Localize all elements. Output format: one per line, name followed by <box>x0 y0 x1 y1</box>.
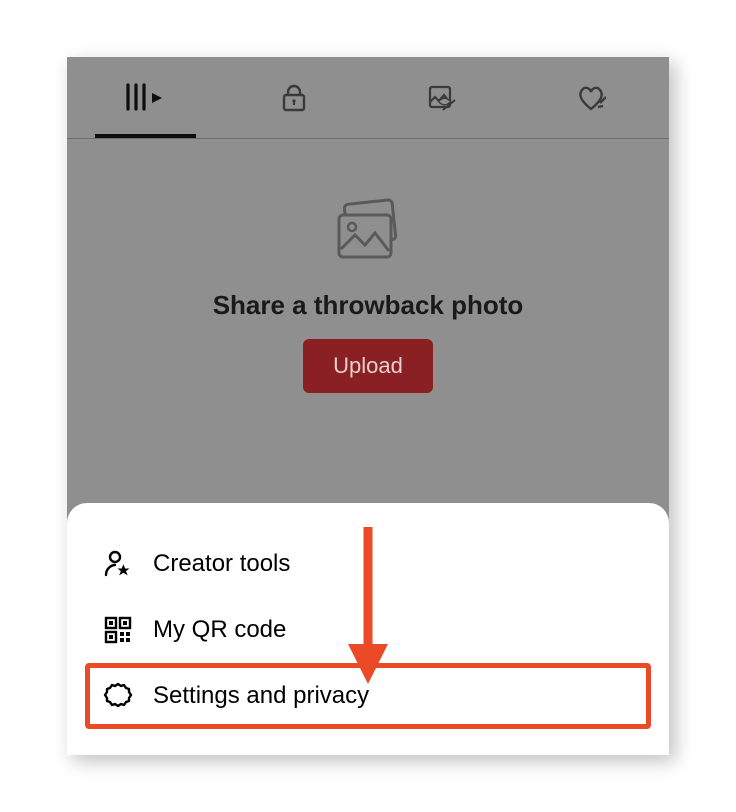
menu-item-creator-tools[interactable]: Creator tools <box>85 531 651 597</box>
profile-tabbar <box>67 57 669 139</box>
more-menu-sheet: Creator tools My QR code <box>67 503 669 755</box>
tab-broken-heart[interactable] <box>517 57 666 138</box>
tab-feed[interactable] <box>71 57 220 138</box>
menu-item-label: Settings and privacy <box>153 682 369 710</box>
photo-stack-icon <box>327 197 409 272</box>
tab-private[interactable] <box>220 57 369 138</box>
lock-icon <box>279 83 309 113</box>
empty-state: Share a throwback photo Upload <box>67 197 669 393</box>
tab-hidden-photos[interactable] <box>368 57 517 138</box>
menu-item-label: Creator tools <box>153 550 290 578</box>
menu-item-label: My QR code <box>153 616 286 644</box>
photo-hidden-icon <box>427 83 457 113</box>
qr-code-icon <box>103 615 133 645</box>
app-screen: Share a throwback photo Upload Creator t… <box>67 57 669 755</box>
empty-state-title: Share a throwback photo <box>213 290 524 321</box>
feed-icon <box>124 83 166 113</box>
menu-item-settings-privacy[interactable]: Settings and privacy <box>85 663 651 729</box>
upload-button[interactable]: Upload <box>303 339 433 393</box>
broken-heart-icon <box>576 83 606 113</box>
settings-icon <box>103 681 133 711</box>
menu-item-qr-code[interactable]: My QR code <box>85 597 651 663</box>
creator-tools-icon <box>103 549 133 579</box>
